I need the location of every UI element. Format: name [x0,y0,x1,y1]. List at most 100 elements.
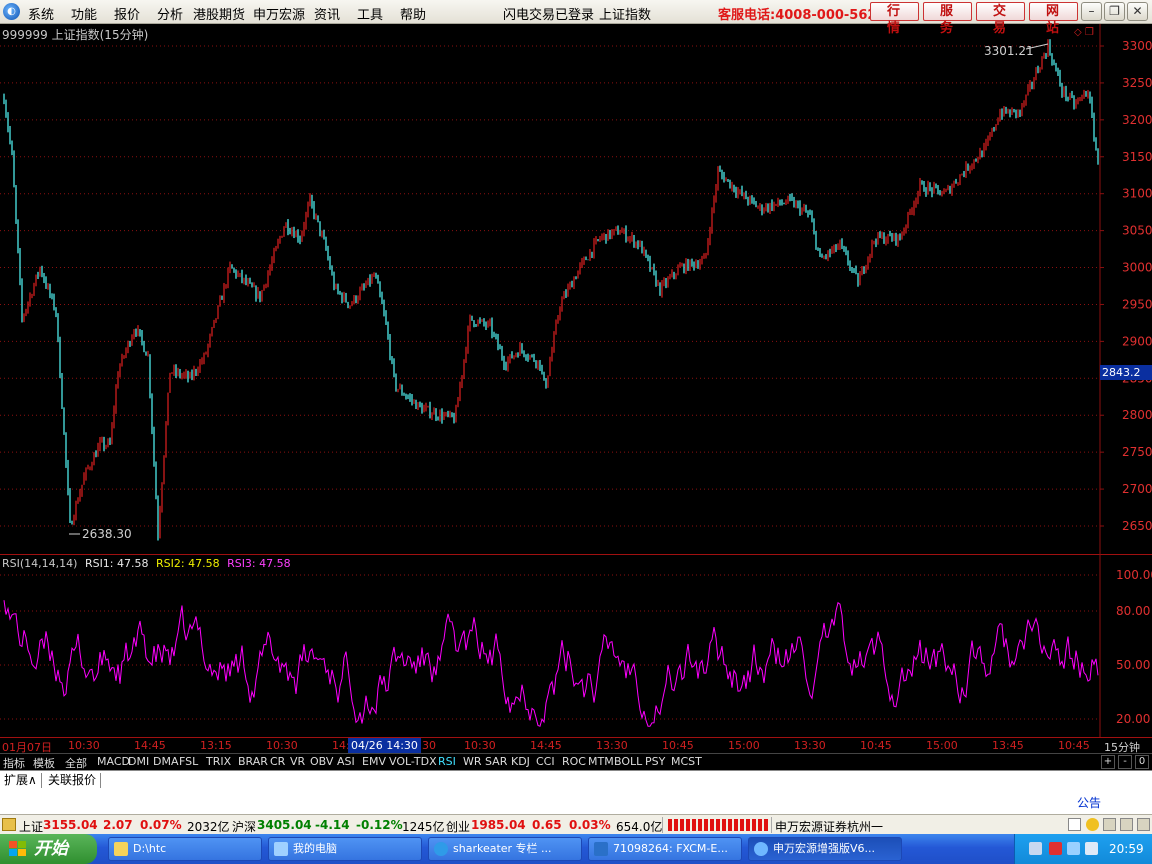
start-button[interactable]: 开始 [0,834,97,864]
tab-emv[interactable]: EMV [362,755,386,768]
tab-dmi[interactable]: DMI [128,755,149,768]
current-price-tag: 2843.2 [1100,365,1152,380]
tab-cci[interactable]: CCI [536,755,555,768]
hs-index-pct: -0.12% [356,818,403,832]
volume-icon[interactable] [1085,842,1098,855]
rsi-chart-svg[interactable]: 100.00 80.00 50.00 20.00 [0,555,1152,737]
system-tray: 20:59 [1014,834,1152,864]
app-logo-icon[interactable]: ◐ [3,3,20,20]
menu-analysis[interactable]: 分析 [157,4,183,23]
candlestick-series [3,39,1099,541]
layout-icon[interactable] [1068,818,1081,831]
service-button[interactable]: 服务 [923,2,972,36]
tab-roc[interactable]: ROC [562,755,586,768]
tab-kdj[interactable]: KDJ [511,755,530,768]
add-indicator-button[interactable]: + [1101,755,1115,769]
tray-clock: 20:59 [1109,842,1144,856]
menu-quote[interactable]: 报价 [114,4,140,23]
rsi3-value: RSI3: 47.58 [227,557,291,570]
taskbar-item-fxcm[interactable]: 71098264: FXCM-E... [588,837,742,861]
price-chart-svg[interactable]: 3300325032003150310030503000295029002850… [0,24,1152,555]
hs-index-change: -4.14 [315,818,350,832]
tab-mcst[interactable]: MCST [671,755,702,768]
price-tick-label: 3200 [1122,113,1152,127]
tab-indicator[interactable]: 指标 [3,755,25,771]
tab-asi[interactable]: ASI [337,755,355,768]
high-annotation: 3301.21 [984,44,1034,58]
taskbar-item-trading-app[interactable]: 申万宏源增强版V6... [748,837,902,861]
sh-index-volume: 2032亿 [187,820,230,834]
taskbar-item-my-computer[interactable]: 我的电脑 [268,837,422,861]
minimize-icon[interactable]: – [1081,2,1102,21]
tab-brar[interactable]: BRAR [238,755,268,768]
price-chart-panel[interactable]: 3300325032003150310030503000295029002850… [0,24,1152,555]
price-tick-label: 3000 [1122,261,1152,275]
fxcm-icon [594,842,608,856]
tab-vr[interactable]: VR [290,755,305,768]
hs-index-price: 3405.04 [257,818,312,832]
menu-info[interactable]: 资讯 [314,4,340,23]
tab-wr[interactable]: WR [463,755,482,768]
tab-all[interactable]: 全部 [65,755,87,771]
menu-broker[interactable]: 申万宏源 [253,4,305,23]
lock-icon[interactable] [1137,818,1150,831]
menu-tools[interactable]: 工具 [357,4,383,23]
taskbar-item-label: sharkeater 专栏 ... [453,842,552,855]
tab-mtm[interactable]: MTM [588,755,614,768]
time-label: 13:15 [200,739,232,752]
network-icon[interactable] [1067,842,1080,855]
tab-vol-tdx[interactable]: VOL-TDX [389,755,437,768]
rsi-tick-label: 100.00 [1116,568,1152,582]
tab-dma[interactable]: DMA [153,755,179,768]
tab-macd[interactable]: MACD [97,755,130,768]
menu-function[interactable]: 功能 [71,4,97,23]
notice-link[interactable]: 公告 [1077,794,1101,811]
ticker-divider [771,817,772,833]
chart-options-icon[interactable]: ◇ ❐ [1074,27,1094,38]
folder-icon [114,842,128,856]
restore-icon[interactable]: ❐ [1104,2,1125,21]
taskbar-item-browser[interactable]: sharkeater 专栏 ... [428,837,582,861]
tab-psy[interactable]: PSY [645,755,665,768]
taskbar-item-label: 71098264: FXCM-E... [613,842,728,855]
price-tick-label: 3150 [1122,150,1152,164]
rsi-panel[interactable]: 100.00 80.00 50.00 20.00 RSI(14,14,14) RSI1… [0,555,1152,737]
time-label: 10:30 [68,739,100,752]
menu-system[interactable]: 系统 [28,4,54,23]
tab-template[interactable]: 模板 [33,755,55,771]
tray-arrow-icon[interactable] [1029,842,1042,855]
tab-rsi-active[interactable]: RSI [438,755,456,768]
taskbar-item-folder[interactable]: D:\htc [108,837,262,861]
tab-obv[interactable]: OBV [310,755,333,768]
tray-app-icon[interactable] [1049,842,1062,855]
tab-expand[interactable]: 扩展∧ [0,773,42,788]
website-button[interactable]: 网站 [1029,2,1078,36]
rsi1-value: RSI1: 47.58 [84,557,149,570]
hs-index-volume: 1245亿 [402,820,445,834]
price-tick-label: 2800 [1122,408,1152,422]
tab-boll[interactable]: BOLL [614,755,642,768]
quotes-button[interactable]: 行情 [870,2,919,36]
close-icon[interactable]: ✕ [1127,2,1148,21]
current-index-name: 上证指数 [599,8,652,23]
tab-cr[interactable]: CR [270,755,285,768]
remove-indicator-button[interactable]: - [1118,755,1132,769]
tab-fsl[interactable]: FSL [179,755,198,768]
tab-related-quotes[interactable]: 关联报价 [44,773,102,788]
settings-icon[interactable] [1120,818,1133,831]
cy-index-pct: 0.03% [569,818,611,832]
price-tick-label: 2900 [1122,334,1152,348]
trade-button[interactable]: 交易 [976,2,1025,36]
sound-icon[interactable] [1103,818,1116,831]
connection-icon[interactable] [1086,818,1099,831]
rsi-tick-label: 80.00 [1116,604,1150,618]
cursor-time-label: 04/26 14:30 [348,738,421,753]
price-tick-label: 3300 [1122,39,1152,53]
rsi-line [3,600,1099,727]
reset-indicator-button[interactable]: 0 [1135,755,1149,769]
tab-sar[interactable]: SAR [485,755,507,768]
menu-hk-futures[interactable]: 港股期货 [193,4,245,23]
tab-trix[interactable]: TRIX [206,755,231,768]
menu-help[interactable]: 帮助 [400,4,426,23]
ticker-expand-icon[interactable] [2,818,16,831]
